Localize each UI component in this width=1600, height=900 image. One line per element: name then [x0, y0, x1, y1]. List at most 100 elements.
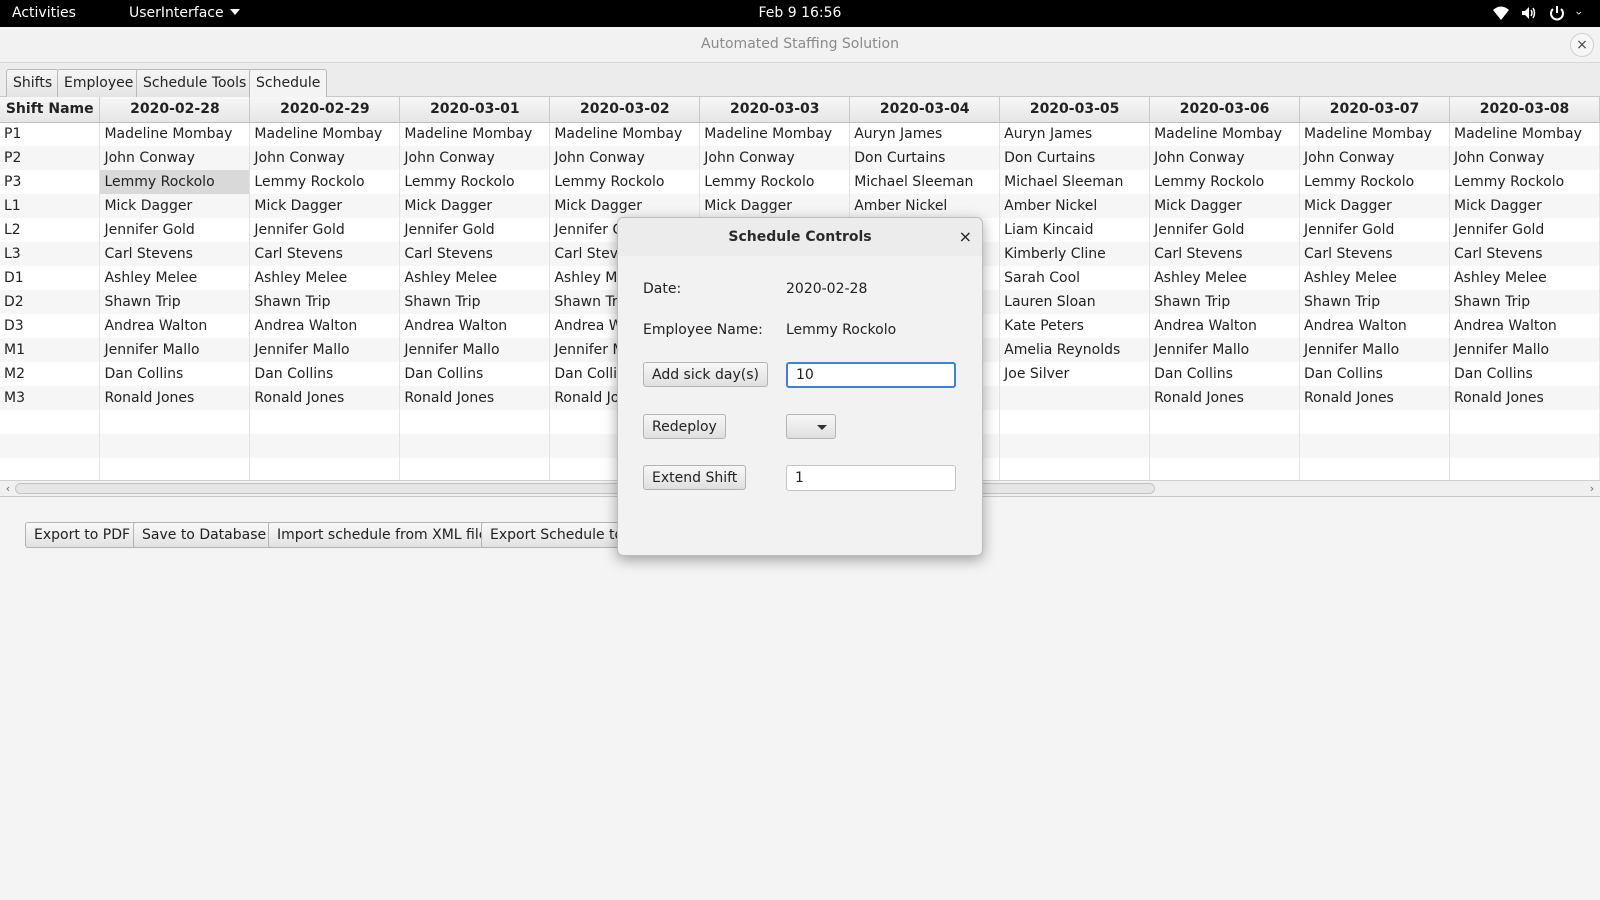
- column-header-date[interactable]: 2020-02-28: [99, 97, 251, 123]
- assignment-cell[interactable]: Lemmy Rockolo: [99, 170, 251, 194]
- assignment-cell[interactable]: John Conway: [1299, 146, 1450, 170]
- assignment-cell[interactable]: Jennifer Mallo: [99, 338, 251, 362]
- assignment-cell[interactable]: Ashley Melee: [399, 266, 551, 290]
- assignment-cell[interactable]: Shawn Trip: [249, 290, 401, 314]
- redeploy-employee-select[interactable]: [786, 414, 836, 439]
- assignment-cell[interactable]: John Conway: [249, 146, 401, 170]
- extend-shift-button[interactable]: Extend Shift: [643, 465, 747, 490]
- scroll-left-icon[interactable]: ‹: [2, 483, 14, 495]
- assignment-cell[interactable]: Ronald Jones: [1149, 386, 1301, 410]
- window-close-button[interactable]: ×: [1570, 33, 1594, 57]
- assignment-cell[interactable]: Carl Stevens: [99, 242, 251, 266]
- assignment-cell[interactable]: Mick Dagger: [699, 194, 851, 218]
- shift-name-cell[interactable]: L1: [0, 194, 101, 218]
- assignment-cell[interactable]: John Conway: [399, 146, 551, 170]
- assignment-cell[interactable]: Sarah Cool: [999, 266, 1151, 290]
- assignment-cell[interactable]: Carl Stevens: [1299, 242, 1450, 266]
- assignment-cell[interactable]: [249, 434, 401, 458]
- assignment-cell[interactable]: [399, 458, 551, 482]
- add-sick-days-button[interactable]: Add sick day(s): [643, 362, 768, 387]
- assignment-cell[interactable]: [399, 434, 551, 458]
- assignment-cell[interactable]: Ashley Melee: [249, 266, 401, 290]
- assignment-cell[interactable]: Mick Dagger: [1299, 194, 1450, 218]
- assignment-cell[interactable]: [999, 410, 1151, 434]
- assignment-cell[interactable]: [1149, 458, 1301, 482]
- assignment-cell[interactable]: John Conway: [1449, 146, 1600, 170]
- assignment-cell[interactable]: John Conway: [1149, 146, 1301, 170]
- assignment-cell[interactable]: Carl Stevens: [399, 242, 551, 266]
- assignment-cell[interactable]: Lemmy Rockolo: [699, 170, 851, 194]
- shift-name-cell[interactable]: M1: [0, 338, 101, 362]
- assignment-cell[interactable]: Auryn James: [999, 122, 1151, 146]
- scroll-right-icon[interactable]: ›: [1586, 483, 1598, 495]
- assignment-cell[interactable]: Dan Collins: [1299, 362, 1450, 386]
- assignment-cell[interactable]: Ronald Jones: [1299, 386, 1450, 410]
- assignment-cell[interactable]: Andrea Walton: [399, 314, 551, 338]
- assignment-cell[interactable]: Liam Kincaid: [999, 218, 1151, 242]
- save-to-database-button[interactable]: Save to Database: [133, 522, 276, 548]
- assignment-cell[interactable]: Kate Peters: [999, 314, 1151, 338]
- export-pdf-button[interactable]: Export to PDF: [25, 522, 140, 548]
- assignment-cell[interactable]: Shawn Trip: [1449, 290, 1600, 314]
- table-row[interactable]: P3 Lemmy Rockolo Lemmy Rockolo Lemmy Rockol…: [0, 170, 1600, 194]
- assignment-cell[interactable]: [249, 458, 401, 482]
- column-header-date[interactable]: 2020-03-01: [399, 97, 551, 123]
- assignment-cell[interactable]: Ashley Melee: [1149, 266, 1301, 290]
- assignment-cell[interactable]: Mick Dagger: [399, 194, 551, 218]
- shift-name-cell[interactable]: M2: [0, 362, 101, 386]
- assignment-cell[interactable]: Jennifer Mallo: [249, 338, 401, 362]
- assignment-cell[interactable]: Dan Collins: [1449, 362, 1600, 386]
- import-xml-button[interactable]: Import schedule from XML file: [268, 522, 497, 548]
- activities-button[interactable]: Activities: [12, 5, 76, 21]
- assignment-cell[interactable]: [399, 410, 551, 434]
- assignment-cell[interactable]: Madeline Mombay: [699, 122, 851, 146]
- assignment-cell[interactable]: Dan Collins: [1149, 362, 1301, 386]
- table-row[interactable]: P1 Madeline Mombay Madeline Mombay Madeline…: [0, 122, 1600, 146]
- assignment-cell[interactable]: Michael Sleeman: [849, 170, 1001, 194]
- column-header-date[interactable]: 2020-03-06: [1149, 97, 1301, 123]
- assignment-cell[interactable]: Andrea Walton: [249, 314, 401, 338]
- assignment-cell[interactable]: [99, 410, 251, 434]
- assignment-cell[interactable]: Shawn Trip: [99, 290, 251, 314]
- assignment-cell[interactable]: Lemmy Rockolo: [1299, 170, 1450, 194]
- assignment-cell[interactable]: Lemmy Rockolo: [399, 170, 551, 194]
- tab-shifts[interactable]: Shifts: [6, 69, 60, 97]
- assignment-cell[interactable]: Amber Nickel: [999, 194, 1151, 218]
- assignment-cell[interactable]: John Conway: [549, 146, 701, 170]
- assignment-cell[interactable]: Jennifer Gold: [249, 218, 401, 242]
- shift-name-cell[interactable]: [0, 410, 101, 434]
- assignment-cell[interactable]: [1449, 458, 1600, 482]
- assignment-cell[interactable]: Jennifer Gold: [399, 218, 551, 242]
- dialog-close-button[interactable]: ×: [959, 227, 972, 246]
- column-header-date[interactable]: 2020-03-05: [999, 97, 1151, 123]
- assignment-cell[interactable]: Dan Collins: [399, 362, 551, 386]
- shift-name-cell[interactable]: P3: [0, 170, 101, 194]
- tab-schedule[interactable]: Schedule: [249, 69, 328, 98]
- assignment-cell[interactable]: [999, 458, 1151, 482]
- assignment-cell[interactable]: Lauren Sloan: [999, 290, 1151, 314]
- assignment-cell[interactable]: Jennifer Gold: [1149, 218, 1301, 242]
- assignment-cell[interactable]: Madeline Mombay: [99, 122, 251, 146]
- assignment-cell[interactable]: [1299, 434, 1450, 458]
- assignment-cell[interactable]: Don Curtains: [849, 146, 1001, 170]
- assignment-cell[interactable]: Andrea Walton: [1449, 314, 1600, 338]
- assignment-cell[interactable]: [999, 434, 1151, 458]
- system-tray[interactable]: [1492, 4, 1586, 22]
- assignment-cell[interactable]: [1149, 434, 1301, 458]
- assignment-cell[interactable]: Michael Sleeman: [999, 170, 1151, 194]
- shift-name-cell[interactable]: D2: [0, 290, 101, 314]
- assignment-cell[interactable]: [1149, 410, 1301, 434]
- assignment-cell[interactable]: Carl Stevens: [249, 242, 401, 266]
- shift-name-cell[interactable]: M3: [0, 386, 101, 410]
- column-header-date[interactable]: 2020-03-08: [1449, 97, 1600, 123]
- assignment-cell[interactable]: Madeline Mombay: [249, 122, 401, 146]
- assignment-cell[interactable]: Andrea Walton: [1149, 314, 1301, 338]
- assignment-cell[interactable]: Shawn Trip: [399, 290, 551, 314]
- assignment-cell[interactable]: Don Curtains: [999, 146, 1151, 170]
- assignment-cell[interactable]: Andrea Walton: [99, 314, 251, 338]
- assignment-cell[interactable]: Madeline Mombay: [1299, 122, 1450, 146]
- column-header-shift-name[interactable]: Shift Name: [0, 97, 101, 123]
- assignment-cell[interactable]: Mick Dagger: [249, 194, 401, 218]
- assignment-cell[interactable]: Shawn Trip: [1149, 290, 1301, 314]
- assignment-cell[interactable]: Mick Dagger: [1149, 194, 1301, 218]
